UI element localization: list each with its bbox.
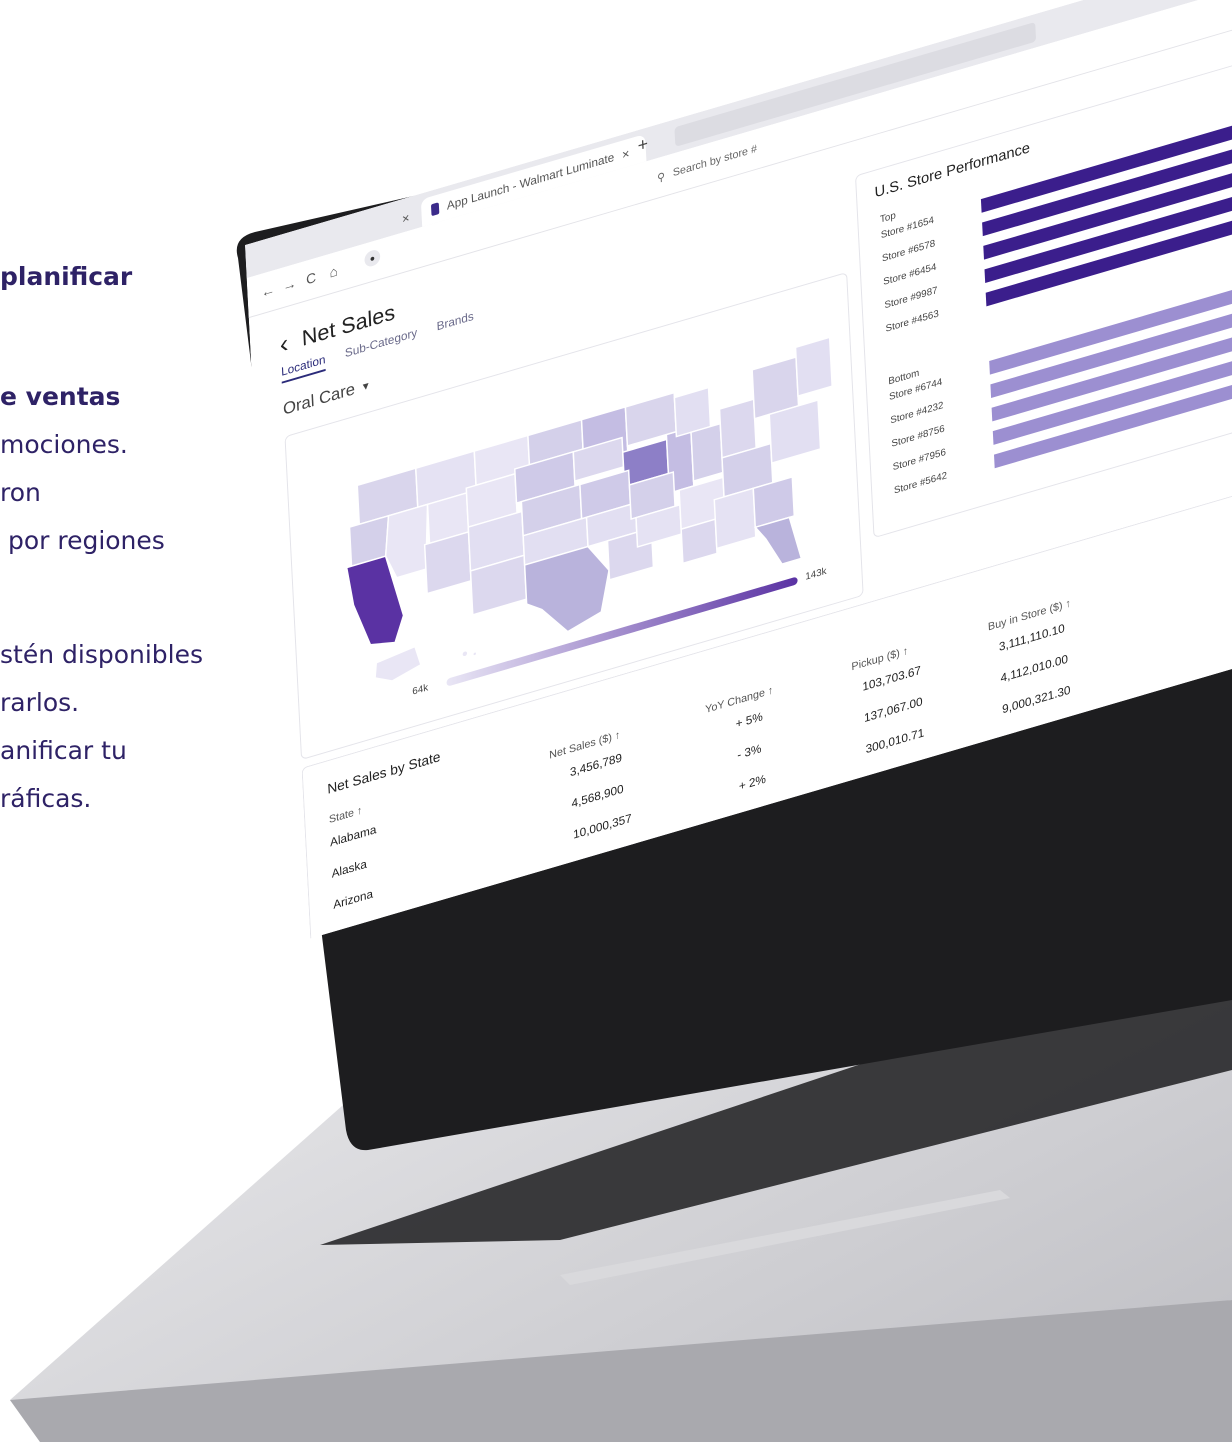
close-icon[interactable]: × [622, 145, 630, 162]
map-state-alaska [374, 645, 422, 682]
top-label: Top [879, 210, 897, 226]
cell-net-sales: 10,000,357 [572, 810, 633, 842]
cell-buy-in-store: 9,000,321.30 [1001, 682, 1071, 717]
map-state [690, 422, 724, 482]
map-state [794, 336, 833, 398]
store-label: Store #7956 [892, 446, 947, 474]
store-label: Store #6454 [882, 261, 937, 288]
back-arrow-icon[interactable]: ← [261, 281, 275, 301]
cell-state: Alabama [329, 822, 377, 850]
cell-yoy: + 5% [735, 709, 764, 731]
map-state-hawaii [472, 651, 478, 657]
store-label: Store #5642 [893, 470, 948, 497]
store-label: Store #4232 [890, 400, 944, 427]
column-header[interactable]: YoY Change ↑ [705, 684, 774, 716]
lock-icon: ● [364, 248, 381, 269]
legend-min-label: 64k [412, 682, 429, 698]
store-label: Store #9987 [884, 285, 938, 312]
new-tab-button[interactable]: + [637, 133, 648, 156]
home-icon[interactable]: ⌂ [329, 263, 338, 281]
cell-state: Arizona [332, 886, 374, 912]
cell-pickup: 300,010.71 [865, 725, 925, 757]
cell-net-sales: 3,456,789 [569, 750, 623, 780]
cell-yoy: - 3% [736, 741, 762, 763]
table-title: Net Sales by State [326, 748, 441, 797]
map-state [384, 503, 429, 579]
cell-buy-in-store: 4,112,010.00 [1000, 651, 1069, 686]
legend-max-label: 143k [805, 565, 827, 583]
close-icon[interactable]: × [402, 209, 410, 226]
tab-brands[interactable]: Brands [436, 309, 474, 338]
map-state [713, 487, 757, 550]
forward-arrow-icon[interactable]: → [282, 275, 296, 295]
cell-net-sales: 4,568,900 [571, 781, 624, 811]
cell-yoy: + 2% [738, 771, 767, 794]
map-state-hawaii [461, 649, 469, 658]
category-dropdown[interactable]: Oral Care ▾ [283, 375, 370, 419]
cell-pickup: 137,067.00 [863, 694, 923, 726]
search-icon: ⚲ [656, 170, 666, 185]
performance-card: U.S. Store Performance Top Store #1654 S… [855, 60, 1232, 539]
column-header[interactable]: State ↑ [329, 805, 363, 826]
store-label: Store #8756 [891, 423, 945, 450]
category-value: Oral Care [282, 379, 356, 419]
reload-icon[interactable]: C [306, 269, 317, 287]
store-label: Store #4563 [885, 308, 940, 335]
store-label: Store #6578 [881, 238, 936, 265]
favicon-icon [430, 202, 440, 217]
cell-state: Alaska [331, 856, 368, 881]
chevron-down-icon: ▾ [362, 378, 370, 394]
back-chevron-icon[interactable]: ‹ [279, 328, 289, 361]
